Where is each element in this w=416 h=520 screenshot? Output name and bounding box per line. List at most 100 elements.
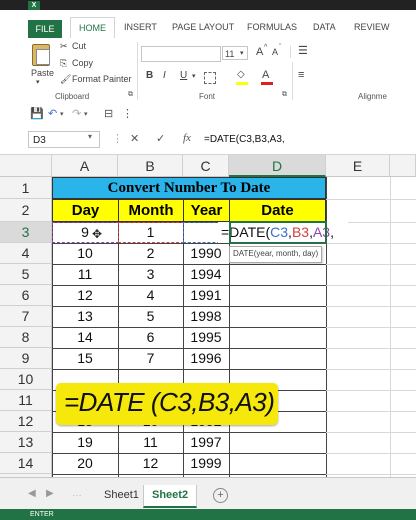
cell-year-row-8[interactable]: 1995: [183, 327, 229, 348]
chevron-down-icon[interactable]: ▾: [192, 72, 196, 80]
header-date[interactable]: Date: [229, 199, 326, 222]
format-painter-button[interactable]: Format Painter: [72, 74, 132, 84]
cell-year-row-9[interactable]: 1996: [183, 348, 229, 369]
cell-month-row-5[interactable]: 3: [118, 264, 183, 285]
cell-day-row-6[interactable]: 12: [52, 285, 118, 306]
insert-function-button[interactable]: fx: [183, 132, 191, 144]
row-header-2[interactable]: 2: [0, 199, 52, 222]
tab-page-layout[interactable]: PAGE LAYOUT: [172, 22, 234, 32]
cell-day-row-9[interactable]: 15: [52, 348, 118, 369]
add-sheet-icon[interactable]: +: [213, 488, 228, 503]
cell-day-row-8[interactable]: 14: [52, 327, 118, 348]
tab-data[interactable]: DATA: [313, 22, 336, 32]
sheet-tab-sheet2[interactable]: Sheet2: [143, 485, 198, 508]
cell-year-row-4[interactable]: 1990: [183, 243, 229, 264]
dialog-launcher-icon[interactable]: ⧉: [282, 91, 287, 99]
dialog-launcher-icon[interactable]: ⧉: [128, 91, 133, 99]
align-left-icon[interactable]: ≡: [298, 69, 304, 81]
font-name-combo[interactable]: [141, 46, 221, 62]
cell-year-row-7[interactable]: 1998: [183, 306, 229, 327]
cell-year-row-5[interactable]: 1994: [183, 264, 229, 285]
chevron-down-icon[interactable]: ▾: [60, 110, 64, 118]
font-size-combo[interactable]: 11: [222, 46, 248, 60]
tab-home[interactable]: HOME: [70, 17, 115, 40]
row-header-5[interactable]: 5: [0, 264, 52, 285]
save-icon[interactable]: 💾: [30, 107, 44, 120]
cell-day-row-5[interactable]: 11: [52, 264, 118, 285]
tab-review[interactable]: REVIEW: [354, 22, 390, 32]
redo-icon[interactable]: ↷: [72, 107, 81, 120]
tab-formulas[interactable]: FORMULAS: [247, 22, 297, 32]
worksheet-grid[interactable]: A B C D E 123456789101112131415 Convert …: [0, 155, 416, 495]
title-cell[interactable]: Convert Number To Date: [52, 177, 326, 199]
cell-month-row-4[interactable]: 2: [118, 243, 183, 264]
header-month[interactable]: Month: [118, 199, 184, 222]
grow-font-button[interactable]: A: [256, 46, 263, 58]
cell-month-row-8[interactable]: 6: [118, 327, 183, 348]
align-top-icon[interactable]: ☰: [298, 44, 308, 57]
underline-button[interactable]: U: [180, 70, 187, 81]
row-header-13[interactable]: 13: [0, 432, 52, 453]
fill-color-icon[interactable]: ◇: [237, 69, 245, 80]
row-header-10[interactable]: 10: [0, 369, 52, 390]
header-year[interactable]: Year: [183, 199, 230, 222]
cell-day-row-13[interactable]: 19: [52, 432, 118, 453]
italic-button[interactable]: I: [163, 70, 166, 81]
cell-year-row-13[interactable]: 1997: [183, 432, 229, 453]
cell-day-row-4[interactable]: 10: [52, 243, 118, 264]
cell-month-row-14[interactable]: 12: [118, 453, 183, 474]
column-header-a[interactable]: A: [52, 155, 118, 177]
cell-month-row-13[interactable]: 11: [118, 432, 183, 453]
chevron-down-icon[interactable]: ▾: [84, 110, 88, 118]
row-header-14[interactable]: 14: [0, 453, 52, 474]
caret-down-icon: ˇ: [279, 44, 282, 51]
column-header-e[interactable]: E: [326, 155, 390, 177]
cell-year-row-6[interactable]: 1991: [183, 285, 229, 306]
row-header-9[interactable]: 9: [0, 348, 52, 369]
copy-button[interactable]: Copy: [72, 58, 93, 68]
row-header-6[interactable]: 6: [0, 285, 52, 306]
more-sheets-icon[interactable]: …: [72, 488, 82, 499]
cell-month-row-9[interactable]: 7: [118, 348, 183, 369]
row-header-1[interactable]: 1: [0, 177, 52, 199]
tab-insert[interactable]: INSERT: [124, 22, 157, 32]
customize-toolbar-icon[interactable]: ⊟: [104, 107, 113, 120]
bold-button[interactable]: B: [146, 70, 153, 81]
column-header-b[interactable]: B: [118, 155, 183, 177]
format-painter-icon[interactable]: 🖌: [60, 74, 71, 85]
row-header-3[interactable]: 3: [0, 222, 52, 243]
formula-input[interactable]: =DATE(C3,B3,A3,: [200, 130, 416, 149]
header-day[interactable]: Day: [52, 199, 119, 222]
row-header-4[interactable]: 4: [0, 243, 52, 264]
select-all-corner[interactable]: [0, 155, 52, 177]
cell-day-row-14[interactable]: 20: [52, 453, 118, 474]
toolbar-more-icon[interactable]: ⋮: [122, 107, 133, 120]
cell-month-row-7[interactable]: 5: [118, 306, 183, 327]
row-header-7[interactable]: 7: [0, 306, 52, 327]
font-color-icon[interactable]: A: [262, 69, 269, 81]
column-header-c[interactable]: C: [183, 155, 229, 177]
chevron-left-icon[interactable]: ◀: [28, 488, 36, 499]
scissors-icon[interactable]: ✂: [60, 41, 68, 52]
tab-file[interactable]: FILE: [28, 20, 62, 38]
cell-day-row-7[interactable]: 13: [52, 306, 118, 327]
column-header-f[interactable]: [390, 155, 416, 177]
chevron-down-icon[interactable]: ▾: [88, 132, 92, 141]
cut-button[interactable]: Cut: [72, 41, 86, 51]
shrink-font-button[interactable]: A: [272, 47, 278, 57]
cell-month-row-6[interactable]: 4: [118, 285, 183, 306]
row-header-8[interactable]: 8: [0, 327, 52, 348]
borders-icon[interactable]: [204, 72, 216, 84]
row-header-12[interactable]: 12: [0, 411, 52, 432]
row-header-11[interactable]: 11: [0, 390, 52, 411]
cell-year-row-14[interactable]: 1999: [183, 453, 229, 474]
cancel-button[interactable]: ✕: [130, 132, 139, 145]
column-header-d[interactable]: D: [229, 155, 326, 177]
chevron-right-icon[interactable]: ▶: [46, 488, 54, 499]
chevron-down-icon[interactable]: ▾: [240, 49, 244, 57]
sheet-tab-sheet1[interactable]: Sheet1: [96, 485, 148, 506]
copy-icon[interactable]: ⎘: [60, 58, 67, 69]
enter-button[interactable]: ✓: [156, 132, 165, 145]
undo-icon[interactable]: ↶: [48, 107, 57, 120]
paste-button[interactable]: Paste ▾: [28, 42, 54, 88]
